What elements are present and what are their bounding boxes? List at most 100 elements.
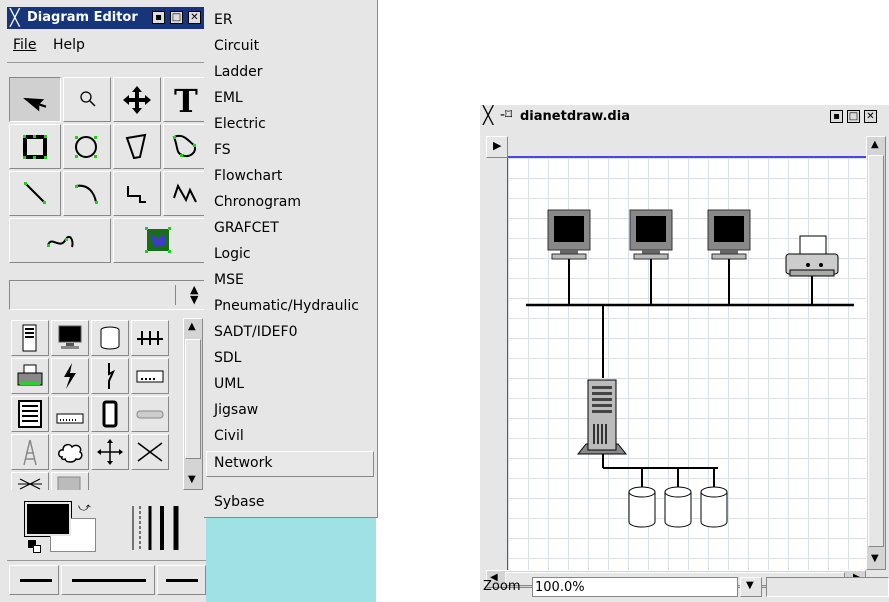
divider <box>7 62 206 63</box>
magnify-tool[interactable] <box>63 77 111 122</box>
sheet-selector-divider <box>175 285 176 305</box>
sheets-menu-item[interactable]: MSE <box>214 269 244 295</box>
sheets-menu-item[interactable]: Sybase <box>214 491 265 517</box>
bus-icon[interactable] <box>131 320 169 356</box>
swap-colors-icon[interactable]: ⤻ <box>78 500 91 515</box>
end-arrow-selector[interactable] <box>157 565 206 595</box>
arc-icon <box>75 184 98 204</box>
cloud-icon[interactable] <box>51 434 89 470</box>
lightning-icon[interactable] <box>51 358 89 394</box>
vscroll-thumb[interactable] <box>868 155 884 547</box>
scroll-up-icon[interactable]: ▲ <box>188 321 196 332</box>
line-tool[interactable] <box>9 171 61 216</box>
maximize-icon[interactable]: □ <box>170 11 183 24</box>
computer-icon <box>547 209 591 260</box>
origin-button[interactable]: ▶ <box>486 136 508 158</box>
antenna-icon[interactable] <box>11 434 49 470</box>
image-tool[interactable] <box>113 218 206 263</box>
pin-icon: -⌑ <box>500 107 513 123</box>
text-t-icon: T <box>174 82 198 120</box>
scroll-down-icon[interactable]: ▼ <box>871 553 879 564</box>
sheets-menu-item[interactable]: Chronogram <box>214 191 301 217</box>
sheets-menu-item[interactable]: Electric <box>214 113 266 139</box>
line-style-selector[interactable] <box>61 565 155 595</box>
box-tool[interactable] <box>9 124 61 169</box>
sheets-menu-item[interactable]: SADT/IDEF0 <box>214 321 298 347</box>
iconify-icon[interactable]: ▪ <box>152 11 165 24</box>
palette-scrollbar[interactable]: ▲ ▼ <box>183 318 203 490</box>
vertical-scrollbar[interactable]: ▲ ▼ <box>866 136 886 570</box>
scroll-up-icon[interactable]: ▲ <box>871 139 879 150</box>
crossover-icon[interactable] <box>131 434 169 470</box>
scroll-down-icon[interactable]: ▼ <box>188 474 196 485</box>
sheets-menu-item[interactable]: Jigsaw <box>214 399 258 425</box>
sheets-menu-item[interactable]: Circuit <box>214 35 259 61</box>
sheets-menu-item[interactable]: EML <box>214 87 243 113</box>
x-logo-icon: ╳ <box>10 8 20 27</box>
line-widths-icon <box>132 506 179 550</box>
network-diagram <box>526 209 854 528</box>
pointer-tool[interactable] <box>9 77 61 122</box>
line-icon <box>24 182 46 204</box>
sheets-menu-item[interactable]: FS <box>214 139 231 165</box>
start-arrow-selector[interactable] <box>9 565 59 595</box>
sheets-menu-item[interactable]: Logic <box>214 243 251 269</box>
sheets-menu-item[interactable]: SDL <box>214 347 241 373</box>
image-icon <box>145 227 171 253</box>
diagram-window: ╳ -⌑ dianetdraw.dia ▪ □ ✕ ▶ ▲ ▼ ◀ Zoom 1… <box>480 105 889 602</box>
close-icon[interactable]: ✕ <box>188 11 201 24</box>
ellipse-tool[interactable] <box>63 124 111 169</box>
iconify-icon[interactable]: ▪ <box>830 110 843 123</box>
sheets-menu-item[interactable]: GRAFCET <box>214 217 279 243</box>
zoom-input[interactable] <box>532 577 738 597</box>
maximize-icon[interactable]: □ <box>847 110 860 123</box>
patch-panel-icon[interactable] <box>91 396 129 432</box>
storage-icon[interactable] <box>91 320 129 356</box>
toolbox-titlebar[interactable]: ╳ Diagram Editor ▪ □ ✕ <box>7 7 206 29</box>
diagram-canvas[interactable] <box>508 158 866 570</box>
computer-icon[interactable] <box>51 320 89 356</box>
workstation-icon[interactable] <box>11 320 49 356</box>
diagram-title: dianetdraw.dia <box>520 109 630 124</box>
zoom-label: Zoom <box>483 579 521 594</box>
rack-icon[interactable] <box>11 396 49 432</box>
arrow-icon <box>22 97 47 112</box>
wan-link-icon[interactable] <box>91 358 129 394</box>
polygon-tool[interactable] <box>113 124 161 169</box>
firewall-icon[interactable] <box>11 472 49 490</box>
modem-icon[interactable] <box>131 358 169 394</box>
sheets-menu-item[interactable]: ER <box>214 9 233 35</box>
router-icon[interactable] <box>131 396 169 432</box>
beziergon-tool[interactable] <box>163 124 206 169</box>
switch-icon[interactable] <box>91 434 129 470</box>
palette-scroll-thumb[interactable] <box>185 339 201 459</box>
diagram-titlebar[interactable]: ╳ -⌑ dianetdraw.dia ▪ □ ✕ <box>480 105 889 129</box>
toolbox-menubar: File Help <box>7 31 206 59</box>
sheets-menu-item[interactable]: Pneumatic/Hydraulic <box>214 295 359 321</box>
text-tool[interactable]: T <box>163 77 206 122</box>
move-tool[interactable] <box>113 77 161 122</box>
sheets-menu-item[interactable]: Network <box>206 451 374 477</box>
bezier-tool[interactable] <box>9 218 111 263</box>
polyline-tool[interactable] <box>163 171 206 216</box>
close-icon[interactable]: ✕ <box>864 110 877 123</box>
sheets-menu-item[interactable]: Ladder <box>214 61 263 87</box>
printer-icon[interactable] <box>11 358 49 394</box>
line-width-selector[interactable] <box>128 500 184 556</box>
zoom-dropdown-button[interactable]: ▼ <box>740 577 762 597</box>
bezier-icon <box>47 235 74 248</box>
sheet-selector[interactable]: ▲ ▼ <box>9 280 206 310</box>
sheets-menu-item[interactable]: UML <box>214 373 244 399</box>
hub-icon[interactable] <box>51 396 89 432</box>
menu-file[interactable]: File <box>13 37 36 53</box>
sheets-menu-item[interactable]: Flowchart <box>214 165 282 191</box>
storage-icon <box>628 486 728 528</box>
play-icon: ▶ <box>493 139 502 152</box>
line-style-icon <box>20 579 52 582</box>
arc-tool[interactable] <box>63 171 111 216</box>
menu-help[interactable]: Help <box>53 37 85 53</box>
default-colors-icon[interactable] <box>28 540 42 554</box>
disk-icon[interactable] <box>51 472 89 490</box>
sheets-menu-item[interactable]: Civil <box>214 425 244 451</box>
zigzag-tool[interactable] <box>113 171 161 216</box>
